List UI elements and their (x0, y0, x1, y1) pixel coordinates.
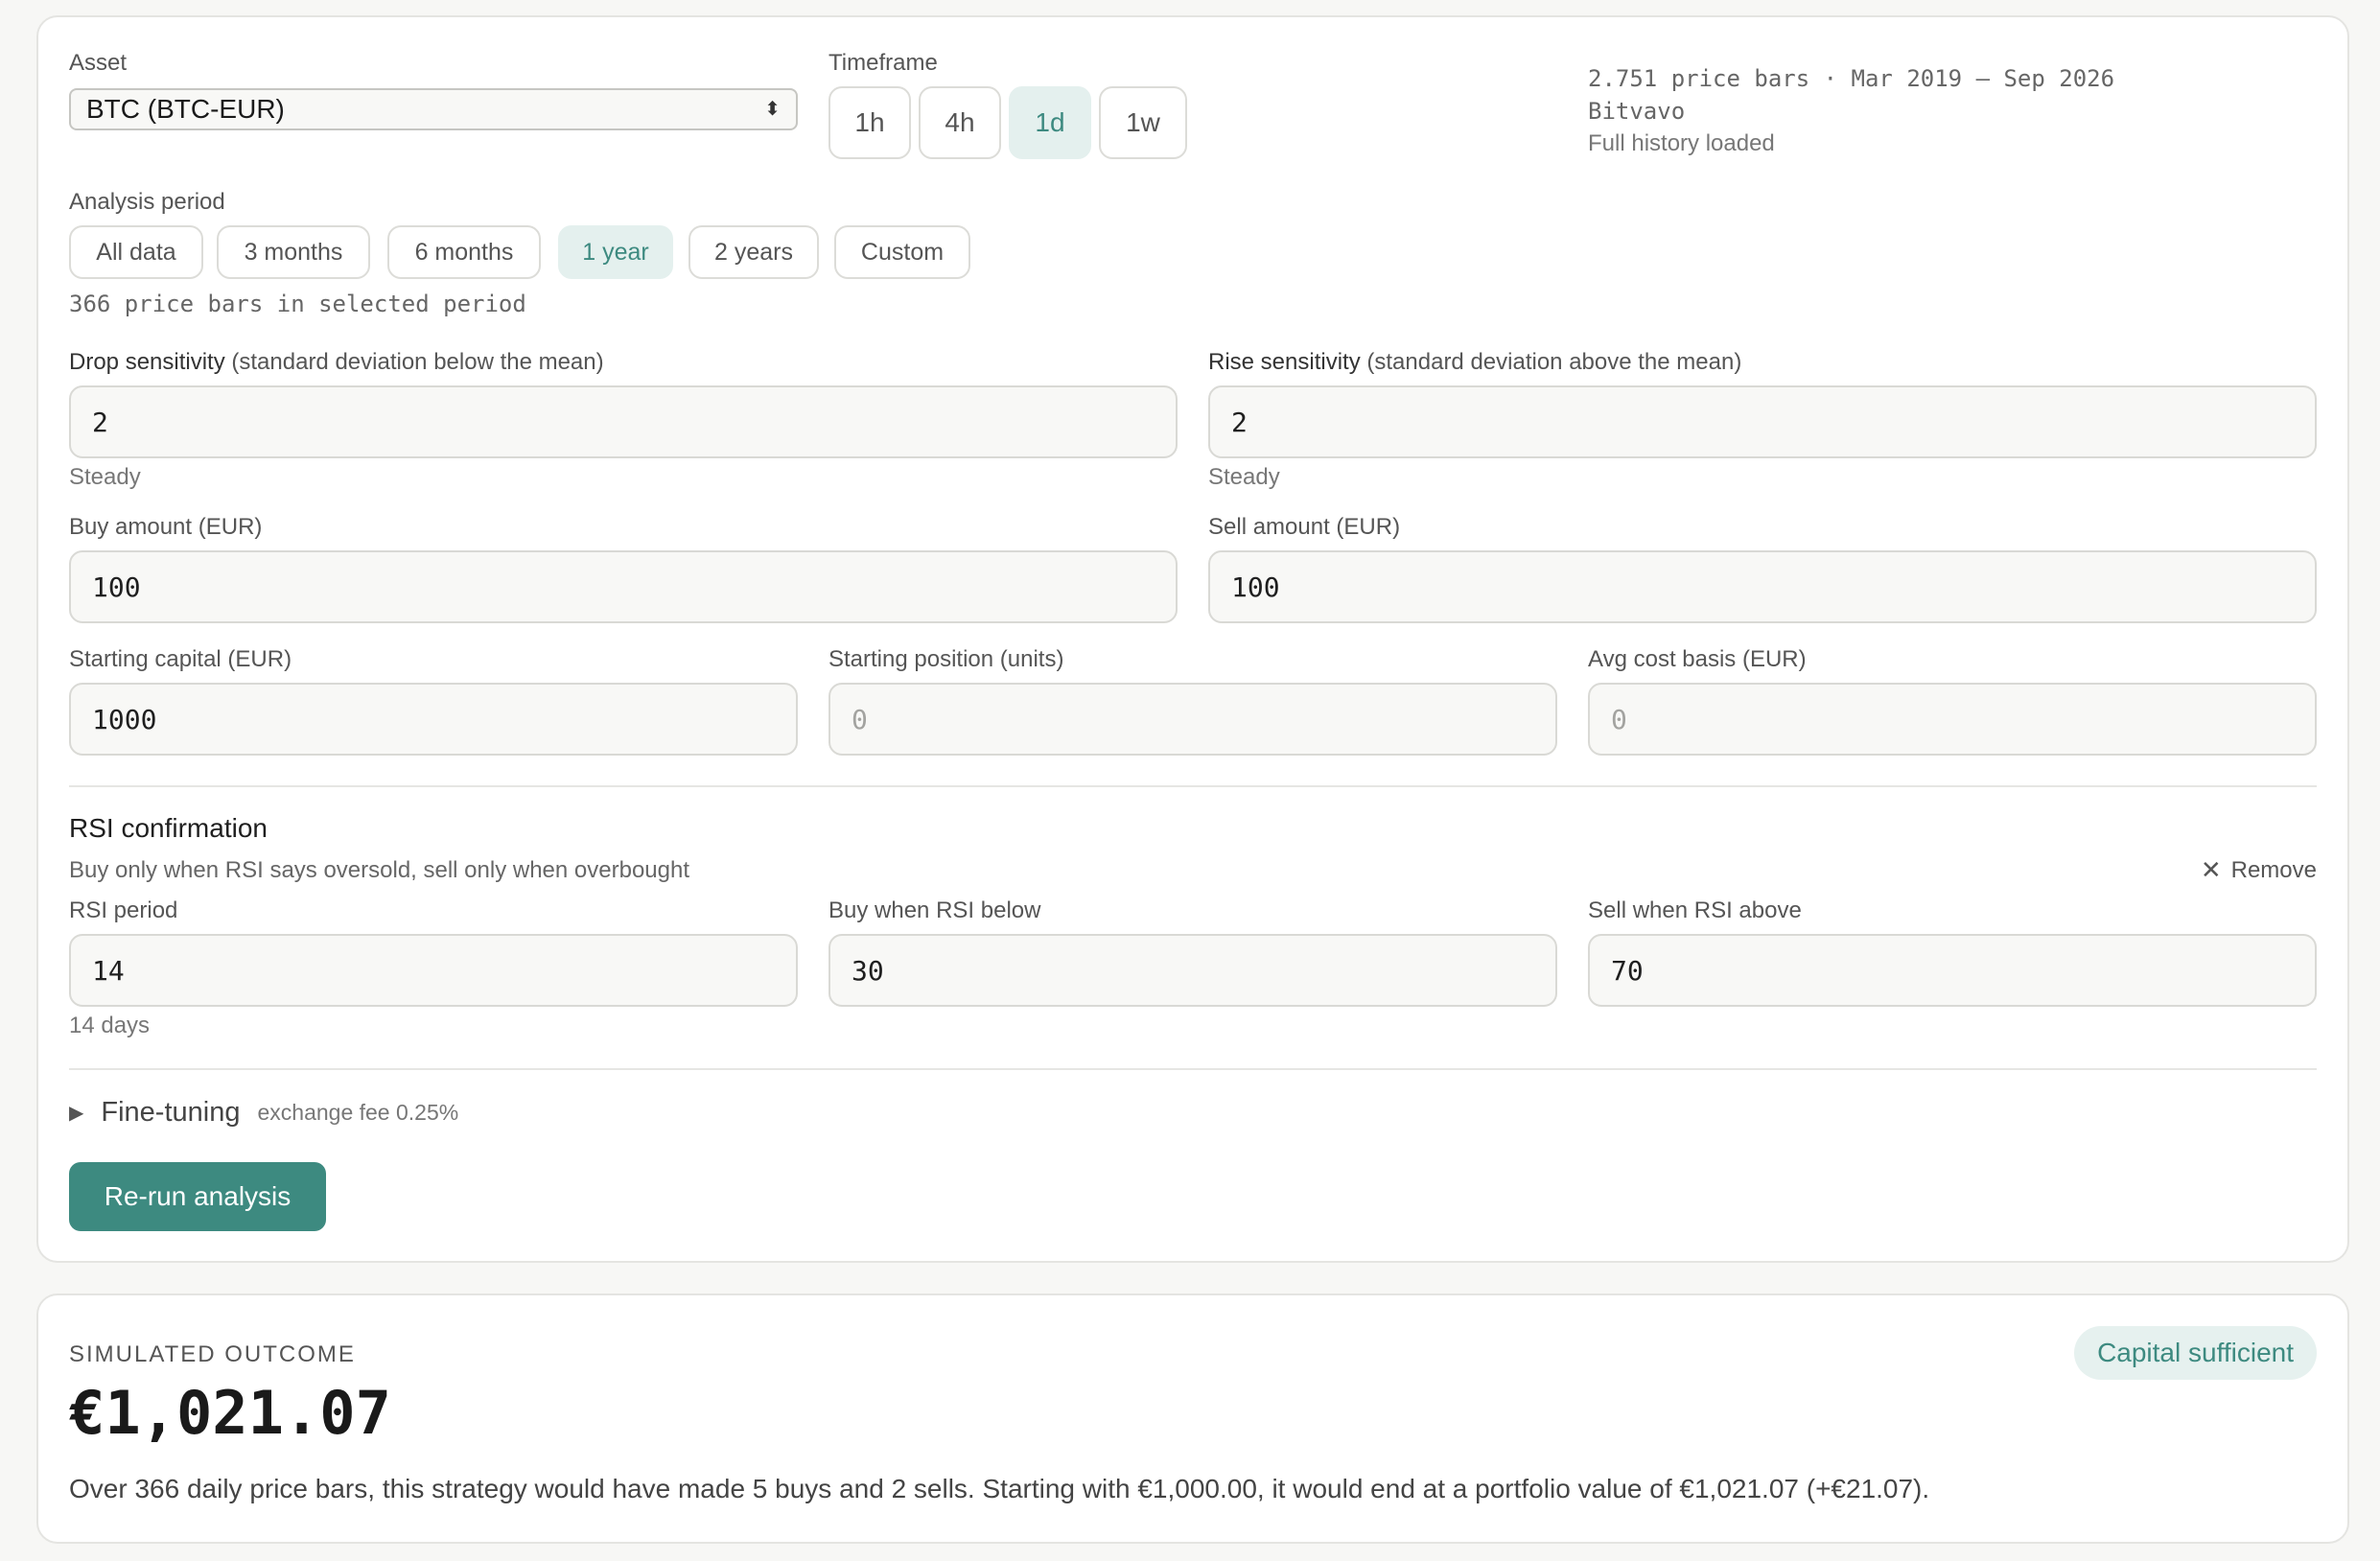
drop-sensitivity-qualifier: (standard deviation below the mean) (231, 349, 604, 375)
starting-position-input[interactable] (828, 683, 1557, 756)
exchange-name: Bitvavo (1588, 98, 1686, 125)
period-bar-count: 366 price bars in selected period (69, 291, 526, 317)
sell-amount-label: Sell amount (EUR) (1208, 514, 1401, 540)
outcome-summary: Over 366 daily price bars, this strategy… (69, 1474, 1930, 1503)
close-icon: ✕ (2200, 855, 2222, 884)
drop-sensitivity-input[interactable] (69, 385, 1178, 458)
drop-sensitivity-label: Drop sensitivity (standard deviation bel… (69, 349, 604, 376)
fine-tuning-summary: exchange fee 0.25% (257, 1100, 459, 1125)
timeframe-1d-button[interactable]: 1d (1009, 86, 1091, 159)
rsi-section-description: Buy only when RSI says oversold, sell on… (69, 857, 690, 883)
timeframe-label: Timeframe (828, 50, 938, 76)
rsi-buy-below-input[interactable] (828, 934, 1557, 1007)
capital-status-badge: Capital sufficient (2074, 1326, 2317, 1380)
rsi-sell-above-input[interactable] (1588, 934, 2317, 1007)
drop-sensitivity-hint: Steady (69, 464, 141, 490)
avg-cost-basis-label: Avg cost basis (EUR) (1588, 646, 1807, 672)
rise-sensitivity-label: Rise sensitivity (standard deviation abo… (1208, 349, 1741, 376)
period-custom-button[interactable]: Custom (834, 225, 970, 279)
triangle-right-icon: ▶ (69, 1103, 84, 1124)
rsi-period-input[interactable] (69, 934, 798, 1007)
select-arrows-icon: ⬍ (764, 99, 781, 120)
timeframe-4h-button[interactable]: 4h (919, 86, 1001, 159)
outcome-heading: SIMULATED OUTCOME (69, 1341, 356, 1367)
timeframe-1w-button[interactable]: 1w (1099, 86, 1187, 159)
buy-amount-input[interactable] (69, 550, 1178, 623)
starting-capital-label: Starting capital (EUR) (69, 646, 292, 672)
fine-tuning-label: Fine-tuning (101, 1097, 241, 1128)
rise-sensitivity-title: Rise sensitivity (1208, 349, 1361, 375)
asset-selected-value: BTC (BTC-EUR) (86, 94, 285, 124)
sell-amount-input[interactable] (1208, 550, 2317, 623)
rsi-buy-below-label: Buy when RSI below (828, 897, 1041, 923)
analysis-period-label: Analysis period (69, 189, 225, 215)
rise-sensitivity-qualifier: (standard deviation above the mean) (1366, 349, 1742, 375)
timeframe-1h-button[interactable]: 1h (828, 86, 911, 159)
avg-cost-basis-input[interactable] (1588, 683, 2317, 756)
rise-sensitivity-input[interactable] (1208, 385, 2317, 458)
section-divider (69, 785, 2317, 787)
history-status: Full history loaded (1588, 130, 1775, 156)
period-6-months-button[interactable]: 6 months (387, 225, 541, 279)
period-all-data-button[interactable]: All data (69, 225, 203, 279)
fine-tuning-toggle[interactable]: ▶ Fine-tuning exchange fee 0.25% (69, 1097, 458, 1129)
rsi-sell-above-label: Sell when RSI above (1588, 897, 1802, 923)
rsi-period-label: RSI period (69, 897, 178, 923)
rise-sensitivity-hint: Steady (1208, 464, 1280, 490)
period-1-year-button[interactable]: 1 year (558, 225, 673, 279)
strategy-config-card: Asset BTC (BTC-EUR) ⬍ Timeframe 1h 4h 1d… (36, 15, 2349, 1263)
period-3-months-button[interactable]: 3 months (217, 225, 370, 279)
starting-position-label: Starting position (units) (828, 646, 1064, 672)
simulated-outcome-card: SIMULATED OUTCOME €1,021.07 Capital suff… (36, 1293, 2349, 1544)
rsi-remove-label: Remove (2230, 856, 2317, 883)
outcome-value: €1,021.07 (69, 1378, 391, 1448)
asset-select[interactable]: BTC (BTC-EUR) ⬍ (69, 88, 798, 130)
rsi-remove-button[interactable]: ✕ Remove (2201, 855, 2317, 885)
buy-amount-label: Buy amount (EUR) (69, 514, 263, 540)
section-divider (69, 1068, 2317, 1070)
rerun-analysis-button[interactable]: Re-run analysis (69, 1162, 326, 1231)
drop-sensitivity-title: Drop sensitivity (69, 349, 225, 375)
dataset-range: 2.751 price bars · Mar 2019 — Sep 2026 (1588, 65, 2115, 92)
asset-label: Asset (69, 50, 128, 76)
starting-capital-input[interactable] (69, 683, 798, 756)
rsi-period-hint: 14 days (69, 1013, 151, 1038)
rsi-section-title: RSI confirmation (69, 813, 268, 843)
period-2-years-button[interactable]: 2 years (688, 225, 819, 279)
